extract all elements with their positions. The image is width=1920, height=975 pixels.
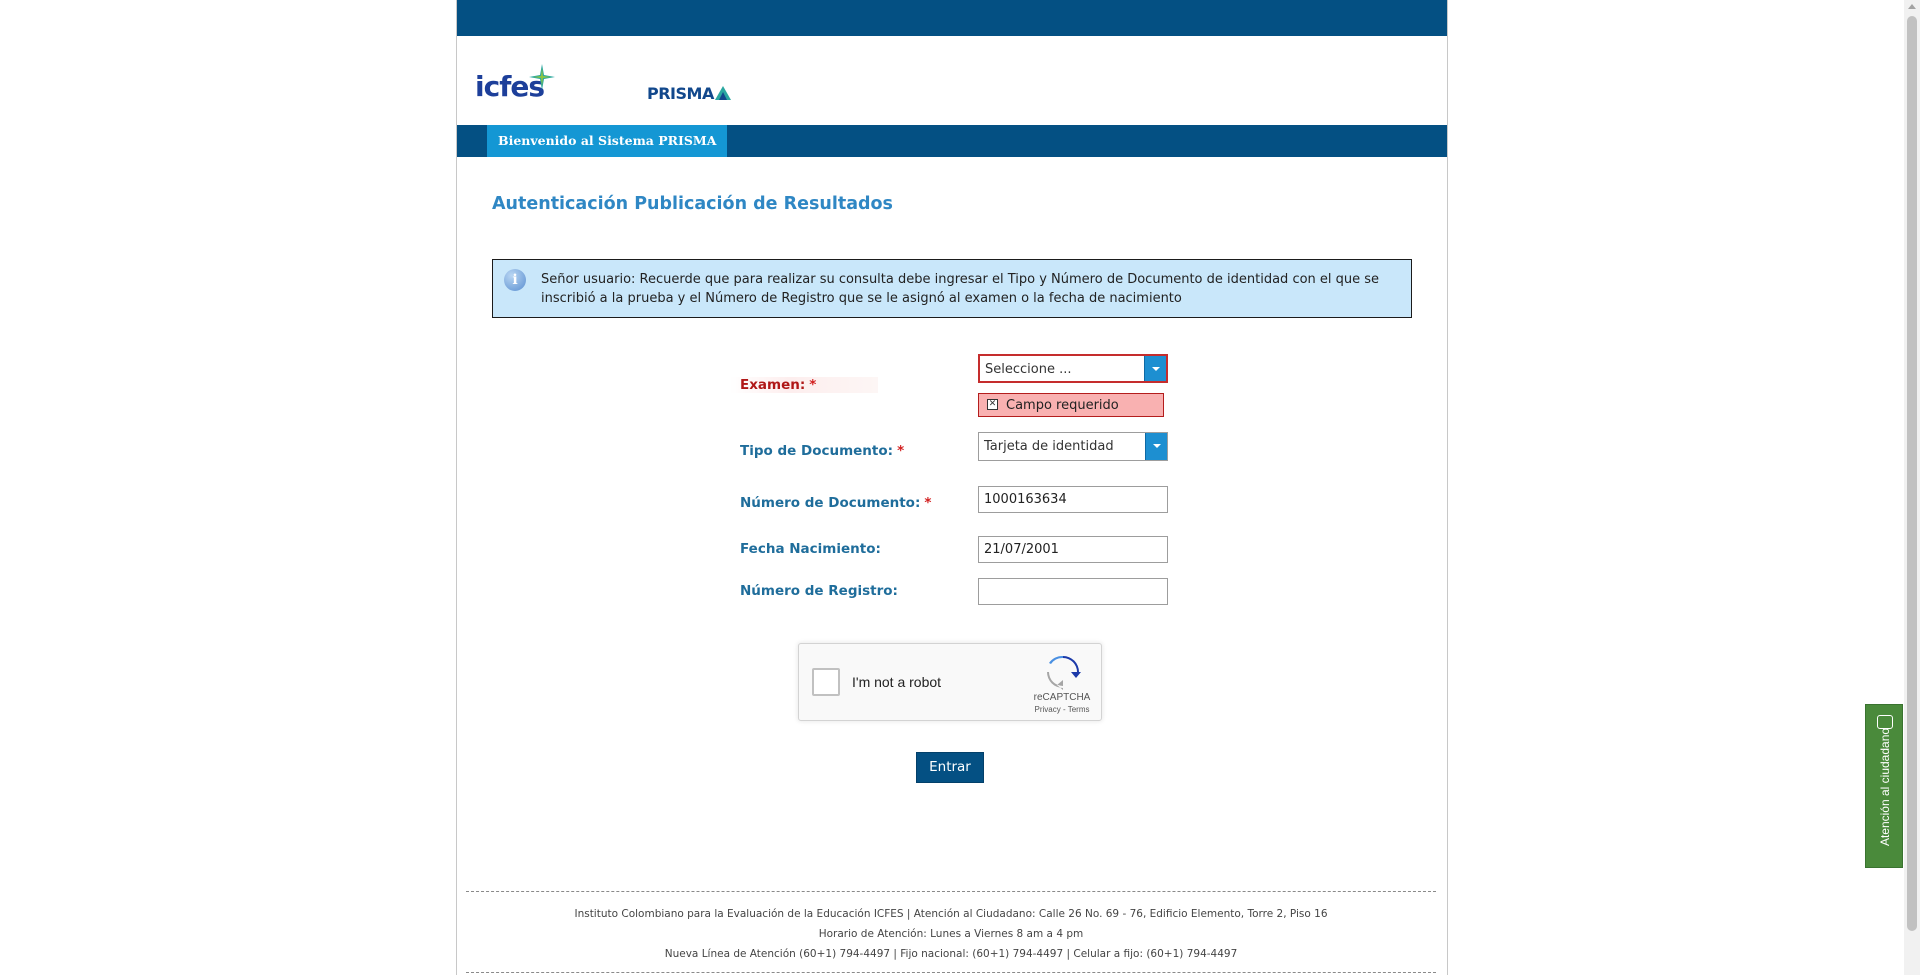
top-bar (457, 0, 1447, 36)
footer-divider (466, 972, 1436, 973)
tipo-documento-select[interactable]: Tarjeta de identidad (978, 432, 1168, 461)
info-icon: i (504, 269, 526, 291)
footer-address: Instituto Colombiano para la Evaluación … (574, 908, 1328, 920)
prisma-triangle-icon (714, 86, 731, 100)
error-close-icon: ✕ (987, 399, 998, 410)
recaptcha-logo-icon (1047, 655, 1081, 690)
tipo-documento-label: Tipo de Documento: * (740, 443, 904, 459)
recaptcha-widget: I'm not a robot reCAPTCHA Privacy - Term… (798, 643, 1102, 721)
icfes-star-icon (529, 64, 555, 90)
fecha-nacimiento-label: Fecha Nacimiento: (740, 541, 881, 557)
prisma-logo: PRISMA (647, 82, 731, 104)
footer: Instituto Colombiano para la Evaluación … (466, 891, 1436, 964)
info-message: i Señor usuario: Recuerde que para reali… (492, 259, 1412, 318)
prisma-logo-text: PRISMA (647, 83, 714, 103)
required-mark: * (897, 443, 905, 459)
icfes-logo: icfes (475, 62, 565, 106)
recaptcha-checkbox[interactable] (812, 668, 840, 696)
vertical-scrollbar[interactable] (1904, 0, 1920, 975)
chevron-down-icon[interactable] (1145, 433, 1167, 460)
numero-registro-label: Número de Registro: (740, 583, 898, 599)
scrollbar-thumb[interactable] (1907, 16, 1917, 931)
examen-error: ✕ Campo requerido (978, 393, 1164, 417)
required-mark: * (809, 377, 817, 393)
tipo-documento-label-text: Tipo de Documento: (740, 443, 894, 459)
recaptcha-label: I'm not a robot (852, 674, 942, 690)
numero-documento-label: Número de Documento: * (740, 495, 931, 511)
examen-select[interactable]: Seleccione ... (978, 354, 1168, 383)
examen-select-value: Seleccione ... (985, 362, 1072, 377)
page-title: Autenticación Publicación de Resultados (492, 194, 893, 214)
numero-documento-input[interactable] (978, 486, 1168, 513)
recaptcha-brand: reCAPTCHA (1033, 692, 1091, 703)
nav-bar: Bienvenido al Sistema PRISMA (457, 125, 1447, 157)
scroll-up-icon[interactable] (1908, 4, 1916, 9)
chevron-down-icon[interactable] (1144, 356, 1166, 381)
entrar-button[interactable]: Entrar (916, 752, 984, 783)
page-container: icfes PRISMA Bienvenido al Sistema PRISM… (456, 0, 1448, 975)
tipo-documento-value: Tarjeta de identidad (984, 439, 1114, 454)
examen-label-text: Examen: (740, 377, 806, 393)
recaptcha-links[interactable]: Privacy - Terms (1025, 705, 1099, 714)
footer-hours: Horario de Atención: Lunes a Viernes 8 a… (818, 928, 1084, 940)
tab-welcome[interactable]: Bienvenido al Sistema PRISMA (487, 125, 728, 157)
examen-label: Examen: * (730, 377, 878, 393)
chat-icon (1877, 715, 1893, 729)
numero-registro-input[interactable] (978, 578, 1168, 605)
atencion-ciudadano-tab[interactable]: Atención al ciudadano (1865, 704, 1903, 868)
info-message-text: Señor usuario: Recuerde que para realiza… (541, 272, 1380, 306)
required-mark: * (924, 495, 932, 511)
footer-phones: Nueva Línea de Atención (60+1) 794-4497 … (664, 948, 1238, 960)
atencion-ciudadano-label: Atención al ciudadano (1878, 727, 1892, 847)
numero-documento-label-text: Número de Documento: (740, 495, 921, 511)
error-message: Campo requerido (1006, 398, 1119, 413)
fecha-nacimiento-input[interactable] (978, 536, 1168, 563)
